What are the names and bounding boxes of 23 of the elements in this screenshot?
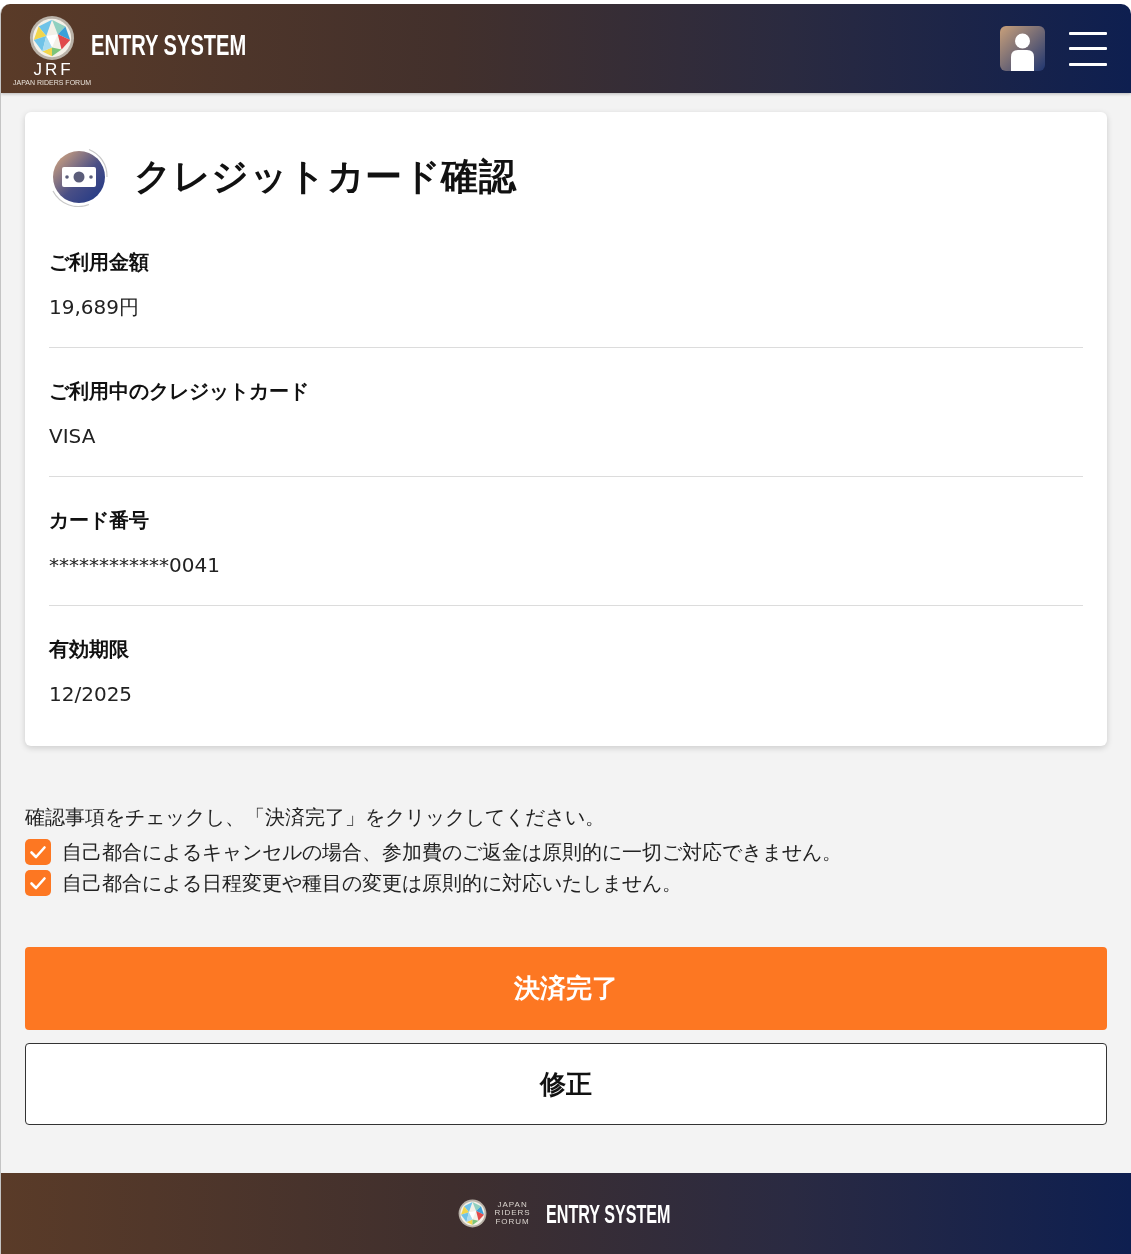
menu-icon[interactable] [1069, 31, 1107, 66]
footer-title: ENTRY SYSTEM [545, 1198, 671, 1229]
card-title: クレジットカード確認 [134, 154, 516, 200]
site-title: ENTRY SYSTEM [91, 27, 247, 62]
checkbox[interactable] [25, 838, 51, 865]
field-label: 有効期限 [49, 636, 129, 663]
field-label: カード番号 [49, 507, 149, 534]
checkbox-label: 自己都合による日程変更や種目の変更は原則的に対応いたしません。 [62, 869, 682, 897]
user-icon[interactable] [1000, 26, 1045, 71]
logo-emblem-icon [457, 1199, 487, 1228]
footer-logo-text: JAPAN RIDERS FORUM [493, 1200, 532, 1227]
logo-letters: JRF [33, 60, 74, 79]
field-value: VISA [49, 423, 96, 450]
field-value: ************0041 [49, 552, 220, 579]
field-value: 12/2025 [49, 681, 133, 708]
field-label: ご利用中のクレジットカード [49, 378, 309, 405]
logo-emblem-icon [29, 14, 75, 61]
field-label: ご利用金額 [49, 249, 149, 276]
checkbox[interactable] [25, 869, 51, 896]
field-value: 19,689円 [49, 294, 139, 321]
edit-button[interactable]: 修正 [25, 1043, 1107, 1125]
checkbox-label: 自己都合によるキャンセルの場合、参加費のご返金は原則的に一切ご対応できません。 [62, 838, 842, 866]
instruction-text: 確認事項をチェックし、「決済完了」をクリックしてください。 [25, 804, 605, 831]
